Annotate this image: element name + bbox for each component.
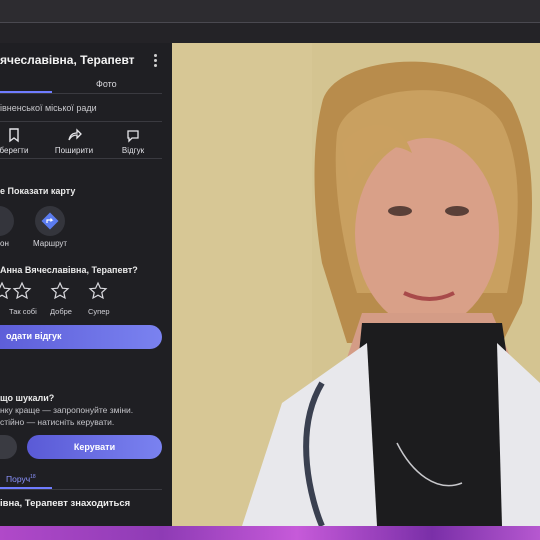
secondary-button[interactable] <box>0 435 17 459</box>
show-map-link[interactable]: е Показати карту <box>0 186 75 196</box>
rating-label: Добре <box>50 307 72 316</box>
review-action-button[interactable]: Відгук <box>113 127 153 155</box>
location-heading: івна, Терапевт знаходиться <box>0 498 131 509</box>
found-question: що шукали? <box>0 393 55 403</box>
rating-question: Анна Вячеславівна, Терапевт? <box>0 265 138 275</box>
nearby-count: 18 <box>30 474 36 481</box>
browser-top-bar <box>0 0 540 22</box>
nearby-label: Поруч <box>6 474 31 484</box>
review-icon <box>113 127 153 143</box>
star-icon[interactable] <box>50 281 70 301</box>
star-icon[interactable] <box>0 281 12 301</box>
business-info-panel: ячеславівна, Терапевт Фото івненської мі… <box>0 43 172 526</box>
share-button[interactable]: Поширити <box>54 127 94 155</box>
save-button[interactable]: берегти <box>0 127 34 155</box>
toolbar-strip <box>0 23 540 43</box>
doctor-portrait-image <box>172 43 540 526</box>
save-label: берегти <box>0 146 29 155</box>
share-label: Поширити <box>54 146 94 155</box>
doctor-photo[interactable] <box>172 43 540 526</box>
phone-label: он <box>0 239 9 248</box>
add-review-label: одати відгук <box>6 331 62 341</box>
star-icon[interactable] <box>88 281 108 301</box>
route-icon <box>41 212 59 230</box>
tab-photo[interactable]: Фото <box>96 79 117 89</box>
bookmark-icon <box>0 127 34 143</box>
star-icon[interactable] <box>12 281 32 301</box>
share-icon <box>54 127 94 143</box>
phone-button[interactable] <box>0 206 14 236</box>
divider <box>0 121 162 122</box>
route-button[interactable] <box>35 206 65 236</box>
manage-label: Керувати <box>73 442 116 452</box>
found-text-line: стійно — натисніть керувати. <box>0 417 115 427</box>
route-label: Маршрут <box>33 239 68 248</box>
tab-divider <box>0 93 162 94</box>
manage-button[interactable]: Керувати <box>27 435 162 459</box>
tab-nearby[interactable]: Поруч18 <box>6 474 36 484</box>
divider <box>0 489 162 490</box>
taskbar-strip <box>0 526 540 540</box>
review-label: Відгук <box>121 146 145 155</box>
found-text-line: нку краще — запропонуйте зміни. <box>0 405 134 415</box>
doctor-title: ячеславівна, Терапевт <box>0 53 135 67</box>
divider <box>0 158 162 159</box>
more-options-icon[interactable] <box>150 53 160 69</box>
rating-label: Супер <box>88 307 110 316</box>
organization-text: івненської міської ради <box>0 103 97 113</box>
add-review-button[interactable]: одати відгук <box>0 325 162 349</box>
rating-label: Так собі <box>9 307 37 316</box>
